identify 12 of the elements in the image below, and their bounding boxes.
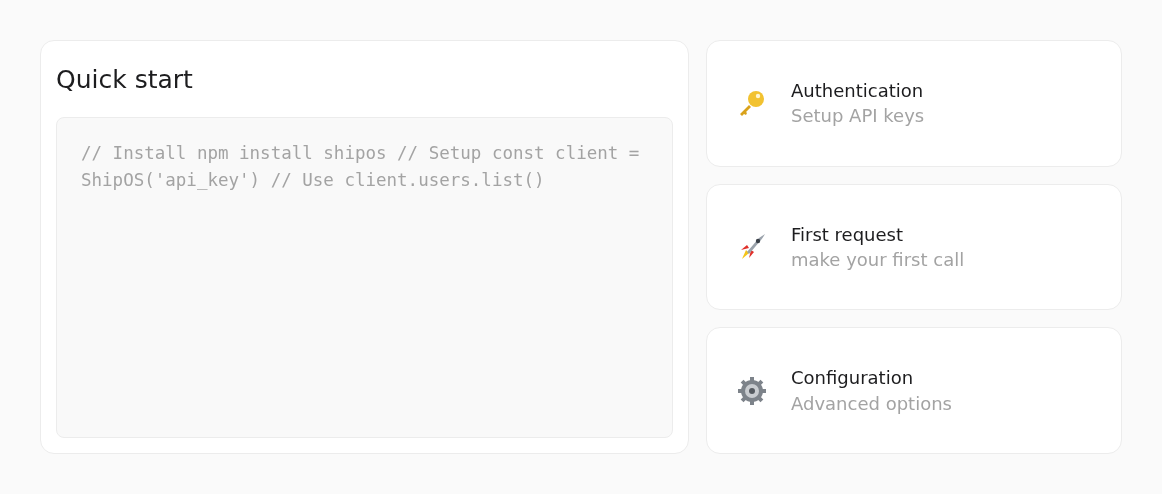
code-block: // Install npm install shipos // Setup const client = ShipOS('api_key') // Use client.users.list() (56, 117, 673, 438)
gear-icon (737, 375, 767, 406)
card-title: Authentication (791, 79, 925, 104)
card-subtitle: Setup API keys (791, 104, 925, 129)
link-card[interactable]: First request make your first call (706, 183, 1122, 311)
link-card[interactable]: Configuration Advanced options (706, 327, 1122, 454)
card-subtitle: Advanced options (791, 391, 952, 416)
section-title: Quick start (56, 65, 194, 95)
card-title: Configuration (791, 366, 915, 391)
card-subtitle: make your first call (791, 248, 965, 272)
card-title: First request (791, 222, 905, 247)
link-card[interactable]: Authentication Setup API keys (706, 40, 1122, 167)
